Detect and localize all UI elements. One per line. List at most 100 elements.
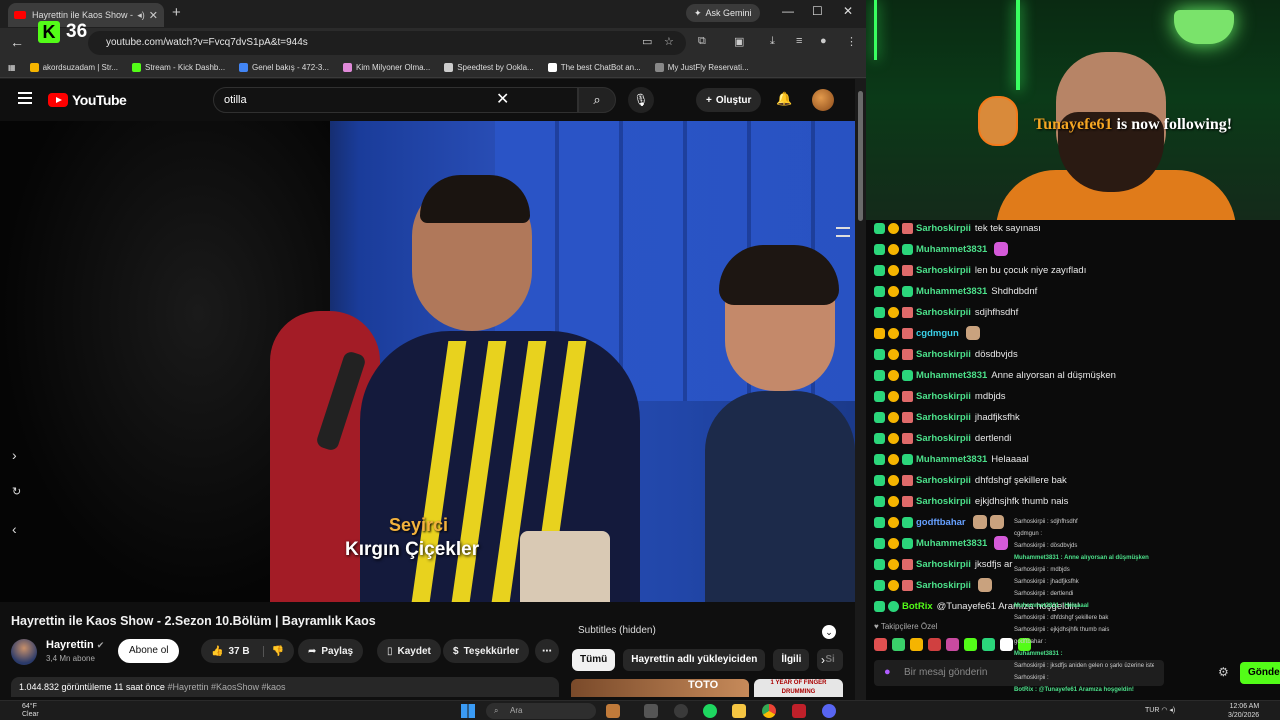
mini-chat-line: Sarhoskirpii : jksdfjs aniden gelen o şa… xyxy=(1014,663,1154,669)
webcam-feed: Tunayefe61 is now following! xyxy=(866,0,1280,220)
new-tab-icon[interactable]: + xyxy=(172,4,181,21)
language-indicator[interactable]: TUR xyxy=(1145,707,1159,714)
bookmark-item[interactable]: My JustFly Reservati... xyxy=(654,63,749,72)
search-input[interactable]: otilla xyxy=(213,87,578,113)
badge-icon xyxy=(902,579,913,591)
bookmark-star-icon[interactable]: ☆ xyxy=(664,35,674,48)
discord-icon[interactable] xyxy=(822,704,836,718)
search-button[interactable]: ⌕ xyxy=(578,87,616,113)
channel-avatar[interactable] xyxy=(11,639,37,665)
notifications-bell-icon[interactable]: 🔔 xyxy=(776,91,792,107)
chip-related[interactable]: İlgili xyxy=(773,649,810,671)
hamburger-menu-icon[interactable] xyxy=(18,92,32,104)
task-view-icon[interactable] xyxy=(644,704,658,718)
chrome-icon[interactable] xyxy=(762,704,776,718)
chevron-left-icon[interactable]: ‹ xyxy=(12,521,17,537)
video-player[interactable]: Seyirci Kırgın Çiçekler › ↻ ‹ xyxy=(0,121,855,602)
mini-chat-line: Muhammet3831 : Helaaaal xyxy=(1014,603,1089,609)
send-button[interactable]: Gönder xyxy=(1240,662,1280,684)
channel-name[interactable]: Hayrettin ✔ xyxy=(46,639,104,651)
like-button[interactable]: 👍 37 B 👎 xyxy=(201,639,295,663)
related-thumbnail[interactable] xyxy=(571,679,749,697)
thanks-button[interactable]: $ Teşekkürler xyxy=(443,639,529,663)
close-window-icon[interactable]: ✕ xyxy=(843,4,853,18)
account-avatar[interactable] xyxy=(812,89,834,111)
bookmark-item[interactable]: Genel bakış - 472-3... xyxy=(239,63,329,72)
tab-search-icon[interactable]: ▣ xyxy=(734,35,744,48)
extensions-icon[interactable]: ⧉ xyxy=(698,35,706,48)
emote-icon[interactable] xyxy=(964,638,977,651)
cast-icon[interactable]: ▭ xyxy=(642,35,652,48)
overlay-mini-chat: Sarhoskirpii : sdjhfhsdhf cgdmgun : Sarh… xyxy=(1014,516,1154,700)
weather-widget[interactable]: 64°F Clear xyxy=(22,703,39,719)
voice-search-button[interactable]: 🎙 xyxy=(628,87,654,113)
chip-uploader[interactable]: Hayrettin adlı yükleyiciden xyxy=(623,649,766,671)
file-explorer-icon[interactable] xyxy=(732,704,746,718)
maximize-icon[interactable]: ☐ xyxy=(812,4,823,18)
emote-icon[interactable] xyxy=(910,638,923,651)
refresh-icon[interactable]: ↻ xyxy=(12,485,21,498)
chevron-down-icon[interactable]: ⌄ xyxy=(822,625,836,639)
bookmark-item[interactable]: Kim Milyoner Olma... xyxy=(342,63,430,72)
emote-icon[interactable] xyxy=(1000,638,1013,651)
chat-message: Sarhoskirpii jksdfjs ar xyxy=(874,555,1012,573)
bookmark-item[interactable]: akordsuzadam | Str... xyxy=(29,63,118,72)
bookmark-item[interactable]: The best ChatBot an... xyxy=(547,63,641,72)
download-icon[interactable]: ⤓ xyxy=(770,35,775,48)
chevron-right-icon[interactable]: › xyxy=(12,447,17,463)
bookmark-item[interactable]: Stream - Kick Dashb... xyxy=(132,63,225,72)
app-icon[interactable] xyxy=(674,704,688,718)
apps-grid-icon[interactable]: ▦ xyxy=(8,63,16,72)
chat-message: Sarhoskirpii jhadfjksfhk xyxy=(874,408,1020,426)
share-icon: ➦ xyxy=(308,645,317,657)
wifi-icon[interactable]: ◠ xyxy=(1161,707,1167,714)
badge-icon xyxy=(874,537,885,549)
app-icon[interactable] xyxy=(606,704,620,718)
volume-icon[interactable]: ◂) xyxy=(1169,707,1175,714)
minimize-icon[interactable]: — xyxy=(782,4,794,18)
share-button[interactable]: ➦ Paylaş xyxy=(298,639,364,663)
media-icon[interactable]: ≡ xyxy=(796,35,802,47)
related-thumbnail[interactable]: 1 YEAR OF FINGER DRUMMING xyxy=(754,679,843,697)
more-actions-button[interactable]: ⋯ xyxy=(535,639,559,663)
close-tab-icon[interactable]: ✕ xyxy=(149,9,158,22)
emote-icon[interactable] xyxy=(874,638,887,651)
description-box[interactable]: 1.044.832 görüntüleme 11 saat önce #Hayr… xyxy=(11,677,559,697)
thumbs-down-icon[interactable]: 👎 xyxy=(262,645,284,657)
page-scrollbar[interactable] xyxy=(855,79,866,700)
chip-all[interactable]: Tümü xyxy=(572,649,616,671)
subscribe-button[interactable]: Abone ol xyxy=(118,639,180,663)
badge-icon xyxy=(874,432,885,444)
system-clock[interactable]: 12:06 AM 3/20/2026 xyxy=(1228,702,1259,720)
clear-search-icon[interactable]: ✕ xyxy=(496,89,509,109)
desk-lamp xyxy=(1174,10,1234,44)
emote-icon[interactable] xyxy=(892,638,905,651)
badge-icon xyxy=(874,411,885,423)
youtube-logo[interactable]: YouTube xyxy=(48,92,127,108)
speaker-icon[interactable]: ◂) xyxy=(137,10,145,21)
back-arrow-icon[interactable]: ← xyxy=(10,34,24,50)
mini-chat-line: Sarhoskirpii : dhfdshgf şekillere bak xyxy=(1014,615,1109,621)
scroll-thumb[interactable] xyxy=(858,91,863,221)
address-bar[interactable]: youtube.com/watch?v=Fvcq7dvS1pA&t=944s xyxy=(88,31,686,55)
emote-icon[interactable] xyxy=(928,638,941,651)
chevron-right-icon[interactable]: › xyxy=(821,653,825,667)
bookmark-item[interactable]: Speedtest by Ookla... xyxy=(444,63,534,72)
emote-icon[interactable] xyxy=(982,638,995,651)
save-button[interactable]: ▯ Kaydet xyxy=(377,639,441,663)
profile-icon[interactable]: ● xyxy=(820,35,827,47)
spotify-icon[interactable] xyxy=(703,704,717,718)
bookmark-icon: ▯ xyxy=(387,645,393,657)
chat-settings-gear-icon[interactable]: ⚙ xyxy=(1218,665,1229,679)
create-button[interactable]: + Oluştur xyxy=(696,88,762,112)
ask-gemini-button[interactable]: ✦ Ask Gemini xyxy=(686,4,760,22)
windows-start-icon[interactable] xyxy=(461,704,475,718)
microphone-icon[interactable]: ● xyxy=(884,666,891,678)
bookmark-favicon-icon xyxy=(342,63,352,72)
taskbar-search[interactable]: ⌕ Ara xyxy=(486,703,596,719)
menu-dots-icon[interactable]: ⋮ xyxy=(846,35,857,48)
app-icon[interactable] xyxy=(792,704,806,718)
emote-icon[interactable] xyxy=(946,638,959,651)
playlist-menu-icon[interactable] xyxy=(836,227,850,237)
crown-badge-icon xyxy=(874,327,885,339)
